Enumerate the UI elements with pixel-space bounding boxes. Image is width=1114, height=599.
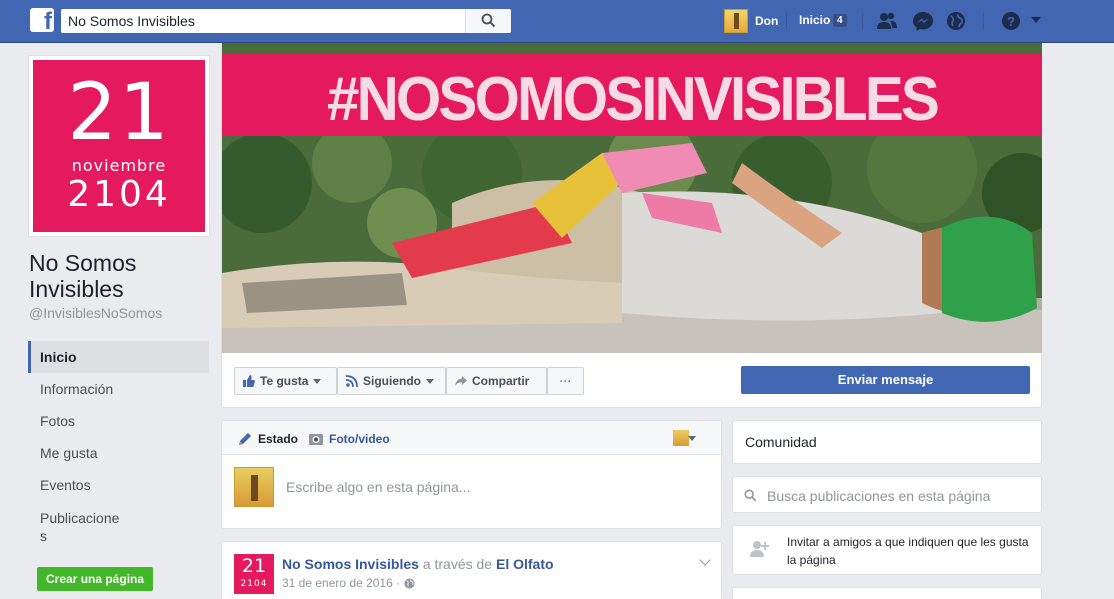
post-timestamp[interactable]: 31 de enero de 2016 ·: [282, 576, 415, 590]
create-page-button[interactable]: Crear una página: [37, 567, 154, 591]
divider: [786, 13, 787, 29]
sidebar-card: [732, 587, 1042, 599]
rss-follow-icon: [346, 375, 358, 387]
composer-user-avatar: [234, 467, 274, 507]
following-button[interactable]: Siguiendo: [337, 367, 446, 395]
post-author-avatar[interactable]: 21 2104: [234, 554, 274, 594]
cover-title-text: #NOSOMOSINVISIBLES: [327, 65, 940, 134]
search-icon: [481, 13, 496, 28]
search-button[interactable]: [465, 9, 511, 33]
like-button-label: Te gusta: [260, 374, 309, 388]
nav-item-fotos[interactable]: Fotos: [28, 405, 209, 437]
post-avatar-year: 2104: [240, 579, 268, 589]
tab-status-label: Estado: [258, 432, 299, 446]
add-friend-icon: [750, 541, 769, 557]
post-header: No Somos Invisibles a través de El Olfat…: [282, 556, 554, 572]
composer-input[interactable]: Escribe algo en esta página...: [286, 479, 470, 495]
post-via-page-link[interactable]: El Olfato: [496, 556, 554, 572]
profile-month: noviembre: [71, 156, 167, 175]
following-button-label: Siguiendo: [363, 374, 421, 388]
search-box: [61, 9, 511, 33]
svg-text:?: ?: [1007, 14, 1015, 29]
account-menu-caret-icon[interactable]: [1031, 17, 1041, 23]
messenger-icon[interactable]: [912, 11, 934, 31]
posting-as-avatar[interactable]: [673, 430, 689, 446]
user-name: Don: [755, 14, 779, 28]
invite-friends-text: Invitar a amigos a que indiquen que les …: [787, 535, 1029, 567]
cover-banner: #NOSOMOSINVISIBLES: [222, 54, 1042, 136]
post-options-chevron-icon[interactable]: [699, 554, 711, 566]
friend-requests-icon[interactable]: [876, 11, 898, 31]
share-arrow-icon: [455, 376, 467, 386]
globe-privacy-icon: [404, 577, 415, 589]
post-avatar-day: 21: [241, 555, 267, 577]
divider: [983, 13, 984, 29]
post-via-text: a través de: [422, 556, 493, 572]
notifications-globe-icon[interactable]: [945, 11, 967, 31]
page-post-search[interactable]: Busca publicaciones en esta página: [732, 476, 1042, 513]
search-icon: [744, 489, 757, 502]
nav-item-inicio[interactable]: Inicio: [28, 341, 209, 373]
post-author-link[interactable]: No Somos Invisibles: [282, 556, 419, 572]
nav-item-publicaciones[interactable]: Publicaciones: [28, 501, 124, 549]
user-avatar: [724, 9, 748, 33]
page-actions-bar: Te gusta Siguiendo Compartir ··· Enviar …: [222, 353, 1042, 407]
share-button-label: Compartir: [472, 374, 530, 388]
tab-photo-video[interactable]: Foto/video: [308, 431, 390, 447]
invite-friends-card[interactable]: Invitar a amigos a que indiquen que les …: [732, 525, 1042, 575]
profile-picture-graphic: 21 noviembre 2104: [33, 60, 205, 232]
share-button[interactable]: Compartir: [446, 367, 547, 395]
camera-icon: [309, 434, 323, 445]
facebook-logo-icon[interactable]: f: [30, 8, 54, 32]
search-input[interactable]: [61, 9, 466, 33]
thumbs-up-icon: [243, 375, 255, 387]
nav-item-informacion[interactable]: Información: [28, 373, 209, 405]
profile-link[interactable]: Don: [724, 9, 778, 33]
cover-card: #NOSOMOSINVISIBLES Te gusta Siguiendo Co…: [221, 43, 1042, 408]
page-profile-picture[interactable]: 21 noviembre 2104: [28, 55, 210, 237]
logo-letter: f: [44, 8, 52, 32]
more-options-button[interactable]: ···: [547, 367, 584, 395]
community-heading: Comunidad: [745, 434, 817, 450]
page-search-placeholder: Busca publicaciones en esta página: [767, 488, 991, 504]
chevron-down-icon[interactable]: [688, 436, 696, 441]
page-side-navigation: Inicio Información Fotos Me gusta Evento…: [28, 341, 209, 549]
help-icon[interactable]: ?: [1000, 11, 1022, 31]
divider: [862, 13, 863, 29]
page-handle[interactable]: @InvisiblesNoSomos: [29, 305, 162, 321]
feed-post: 21 2104 No Somos Invisibles a través de …: [221, 541, 722, 599]
post-date-text: 31 de enero de 2016 ·: [282, 576, 401, 590]
home-badge: 4: [833, 14, 847, 27]
pencil-icon: [239, 433, 251, 445]
profile-day: 21: [67, 68, 171, 158]
home-link[interactable]: Inicio: [799, 13, 830, 27]
chevron-down-icon: [426, 378, 434, 384]
like-button[interactable]: Te gusta: [234, 367, 337, 395]
profile-year: 2104: [67, 174, 171, 215]
tab-photo-video-label: Foto/video: [329, 432, 390, 446]
community-card[interactable]: Comunidad: [732, 420, 1042, 464]
cover-photo[interactable]: #NOSOMOSINVISIBLES: [222, 43, 1042, 353]
post-composer: Estado Foto/video Escribe algo en esta p…: [221, 420, 722, 529]
send-message-button[interactable]: Enviar mensaje: [741, 366, 1030, 394]
composer-tabs: Estado Foto/video: [222, 421, 721, 455]
nav-item-me-gusta[interactable]: Me gusta: [28, 437, 209, 469]
chevron-down-icon: [313, 378, 322, 384]
nav-item-eventos[interactable]: Eventos: [28, 469, 209, 501]
page-title[interactable]: No Somos Invisibles: [29, 250, 209, 302]
tab-status[interactable]: Estado: [237, 431, 298, 447]
top-navigation-bar: f Don Inicio 4 ?: [0, 0, 1114, 43]
